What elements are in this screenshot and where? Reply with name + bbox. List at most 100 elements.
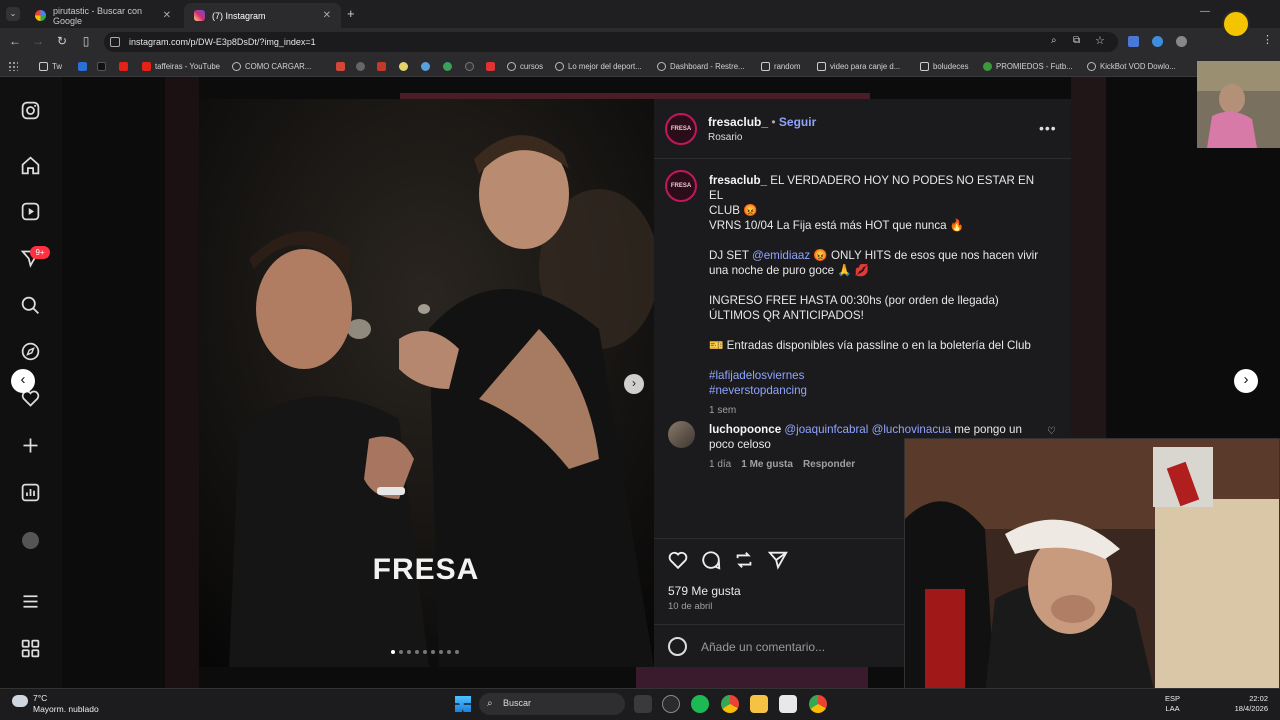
extension-icon[interactable] <box>1176 36 1187 47</box>
bookmark-folder[interactable]: video para canje d... <box>817 60 900 73</box>
comment-time[interactable]: 1 día <box>709 457 731 472</box>
bookmark-item[interactable]: cursos <box>507 60 543 73</box>
bookmark-item[interactable]: Dashboard - Restre... <box>657 60 745 73</box>
store-icon[interactable] <box>779 695 797 713</box>
comment-like-icon[interactable]: ♡ <box>1047 426 1056 437</box>
zoom-icon[interactable]: ⌕ <box>1051 35 1057 46</box>
carousel-dot <box>423 650 427 654</box>
bookmark-item[interactable]: KickBot VOD Dowlo... <box>1087 60 1176 73</box>
caption-avatar[interactable]: FRESA <box>665 170 697 202</box>
repost-icon[interactable] <box>733 549 755 571</box>
likes-count[interactable]: 579 Me gusta <box>668 584 741 598</box>
back-icon[interactable]: ← <box>8 34 22 48</box>
add-comment-input[interactable]: Añade un comentario... <box>701 640 825 654</box>
caption-line: VRNS 10/04 La Fija está más HOT que nunc… <box>709 219 965 232</box>
post-photo[interactable]: FRESA <box>199 99 654 667</box>
clock[interactable]: 22:02 18/4/2026 <box>1226 694 1268 714</box>
bookmark-icon-only[interactable] <box>443 60 452 73</box>
bookmark-item[interactable]: Lo mejor del deport... <box>555 60 642 73</box>
caption-time[interactable]: 1 sem <box>709 403 1049 418</box>
hashtag-link[interactable]: #lafijadelosviernes <box>709 368 1049 383</box>
file-explorer-icon[interactable] <box>750 695 768 713</box>
streamer-emote-icon <box>1222 10 1250 38</box>
bookmark-icon-only[interactable] <box>465 60 474 73</box>
sidepanel-icon[interactable]: ▯ <box>79 34 93 48</box>
reels-icon[interactable] <box>20 201 41 222</box>
more-options-icon[interactable]: ••• <box>1039 120 1057 136</box>
bookmark-folder[interactable]: random <box>761 60 800 73</box>
commenter-avatar[interactable] <box>668 421 695 448</box>
create-icon[interactable] <box>20 435 41 456</box>
close-tab-icon[interactable]: ✕ <box>323 10 331 21</box>
comment-likes[interactable]: 1 Me gusta <box>741 457 793 472</box>
previous-post-button[interactable]: ‹ <box>11 369 35 393</box>
site-info-icon[interactable] <box>110 37 120 47</box>
home-icon[interactable] <box>20 155 41 176</box>
bookmark-icon-only[interactable] <box>356 60 365 73</box>
tab-instagram[interactable]: (7) Instagram ✕ <box>184 3 341 28</box>
bookmark-icon-only[interactable] <box>336 60 345 73</box>
bookmark-item[interactable]: PROMIEDOS - Futb... <box>983 60 1073 73</box>
bookmark-icon-only[interactable] <box>399 60 408 73</box>
bookmark-item[interactable]: Tw <box>39 60 62 73</box>
extension-icon[interactable] <box>1152 36 1163 47</box>
bookmark-star-icon[interactable]: ☆ <box>1095 34 1105 47</box>
task-view-icon[interactable] <box>634 695 652 713</box>
like-icon[interactable] <box>667 549 689 571</box>
comment-mention-link[interactable]: @luchovinacua <box>872 423 951 436</box>
post-location[interactable]: Rosario <box>708 132 742 143</box>
tab-google[interactable]: pirutastic - Buscar con Google ✕ <box>25 3 181 28</box>
follow-button[interactable]: Seguir <box>779 115 816 129</box>
bookmark-icon-only[interactable] <box>78 60 87 73</box>
reload-icon[interactable]: ↻ <box>55 34 69 48</box>
caption-line: INGRESO FREE HASTA 00:30hs (por orden de… <box>709 294 999 307</box>
minimize-icon[interactable]: — <box>1200 6 1210 17</box>
post-username[interactable]: fresaclub_ <box>708 115 768 129</box>
chrome-icon[interactable] <box>721 695 739 713</box>
translate-icon[interactable] <box>1128 36 1139 47</box>
share-icon[interactable] <box>767 549 789 571</box>
forward-icon[interactable]: → <box>31 34 45 48</box>
bookmark-folder[interactable]: boludeces <box>920 60 969 73</box>
next-post-button[interactable]: › <box>1234 369 1258 393</box>
address-bar[interactable]: instagram.com/p/DW-E3p8DsDt/?img_index=1 <box>104 32 1118 52</box>
dashboard-icon[interactable] <box>20 482 41 503</box>
carousel-next-in-photo[interactable]: › <box>624 374 644 394</box>
instagram-logo-icon[interactable] <box>20 100 41 121</box>
also-from-meta-icon[interactable] <box>20 638 41 659</box>
chrome-icon[interactable] <box>809 695 827 713</box>
install-app-icon[interactable]: ⧉ <box>1073 35 1080 46</box>
bookmark-icon-only[interactable] <box>97 60 106 73</box>
reply-button[interactable]: Responder <box>803 457 855 472</box>
bookmark-icon-only[interactable] <box>421 60 430 73</box>
profile-avatar-icon[interactable] <box>22 532 39 549</box>
weather-icon[interactable] <box>12 695 28 707</box>
bookmark-icon-only[interactable] <box>486 60 495 73</box>
youtube-icon <box>142 62 151 71</box>
caption-username[interactable]: fresaclub_ <box>709 174 767 187</box>
bookmark-icon-only[interactable] <box>119 60 128 73</box>
bookmark-icon-only[interactable] <box>377 60 386 73</box>
comment-icon[interactable] <box>700 549 722 571</box>
obs-icon[interactable] <box>662 695 680 713</box>
close-tab-icon[interactable]: ✕ <box>163 10 171 21</box>
dj-mention-link[interactable]: @emidiaaz <box>752 249 810 262</box>
spotify-icon[interactable] <box>691 695 709 713</box>
apps-icon[interactable] <box>8 61 18 71</box>
taskbar-search[interactable]: Buscar <box>479 693 625 715</box>
hashtag-link[interactable]: #neverstopdancing <box>709 383 1049 398</box>
emoji-icon[interactable] <box>668 637 687 656</box>
bookmark-item[interactable]: taffeiras - YouTube <box>142 60 220 73</box>
bookmark-item[interactable]: COMO CARGAR... <box>232 60 311 73</box>
explore-icon[interactable] <box>20 341 41 362</box>
weather-widget[interactable]: 7°C Mayorm. nublado <box>33 693 99 715</box>
tab-list-button[interactable]: ⌄ <box>6 7 20 21</box>
language-indicator[interactable]: ESP LAA <box>1165 694 1180 714</box>
new-tab-button[interactable]: + <box>347 6 355 21</box>
menu-icon[interactable]: ⋮ <box>1262 33 1273 46</box>
more-menu-icon[interactable] <box>20 591 41 612</box>
commenter-username[interactable]: luchopoonce <box>709 423 781 436</box>
search-icon[interactable] <box>20 295 41 316</box>
fresaclub-avatar[interactable]: FRESA <box>665 113 697 145</box>
comment-mention-link[interactable]: @joaquinfcabral <box>784 423 868 436</box>
